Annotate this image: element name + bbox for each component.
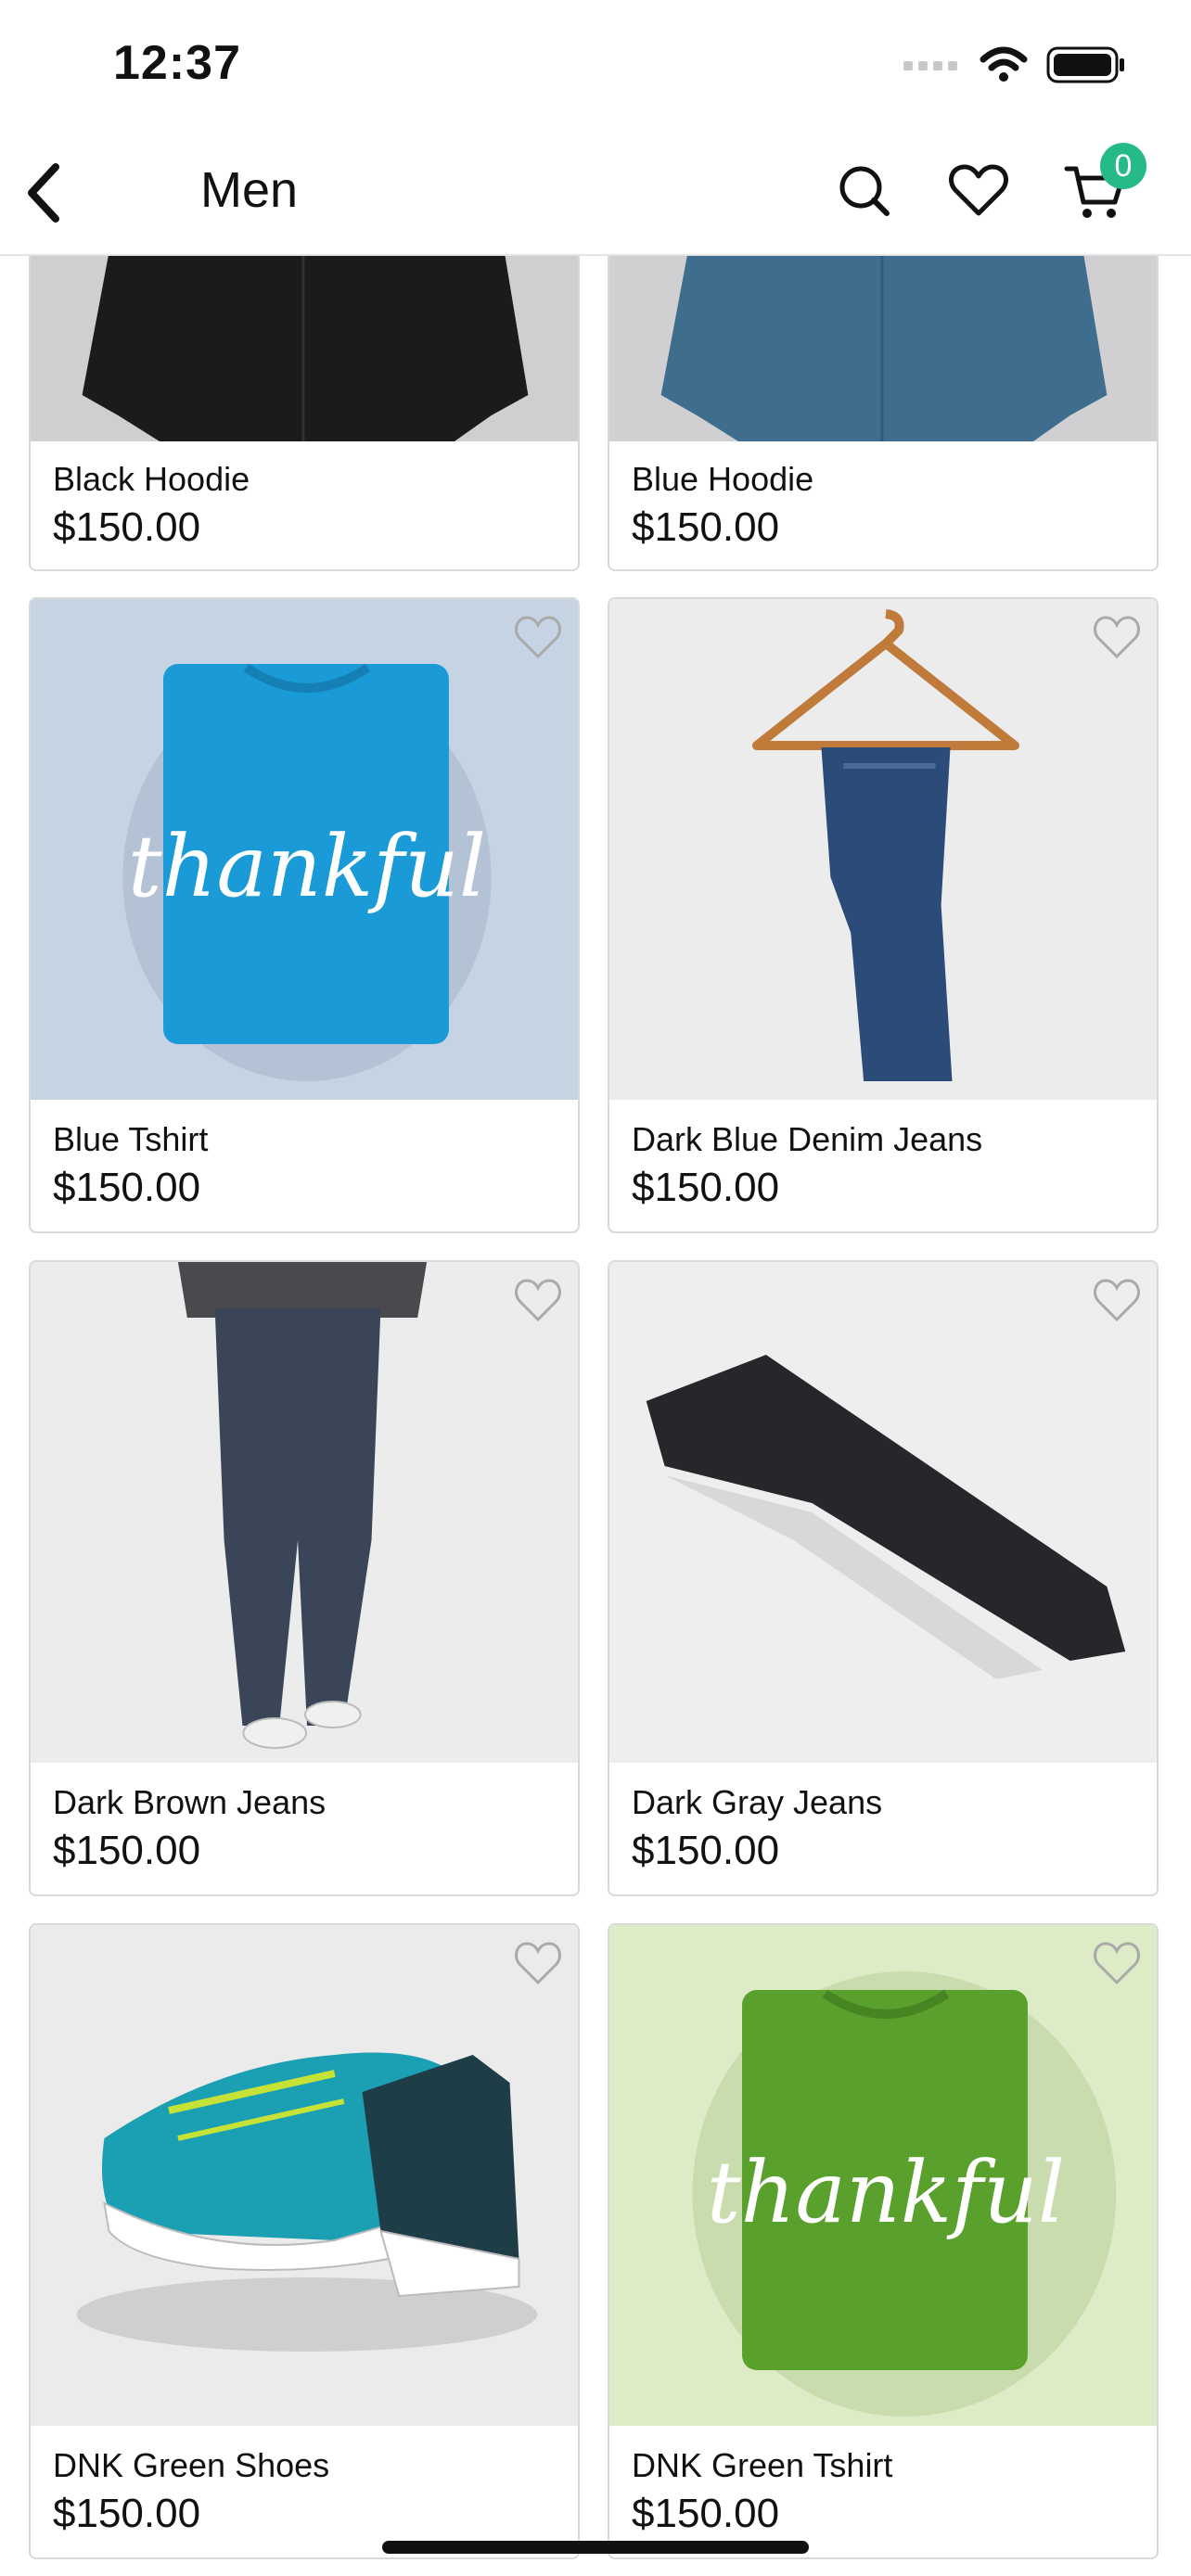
product-price: $150.00 (53, 1165, 201, 1210)
product-image (31, 254, 578, 441)
favorite-heart-icon[interactable] (1090, 612, 1144, 662)
product-image (31, 1262, 578, 1763)
back-chevron-icon[interactable] (19, 156, 83, 230)
product-price: $150.00 (632, 1828, 780, 1873)
product-card[interactable]: DNK Green Shoes $150.00 (29, 1923, 580, 2559)
product-card[interactable]: Dark Blue Denim Jeans $150.00 (608, 597, 1159, 1233)
product-card[interactable]: thankful DNK Green Tshirt $150.00 (608, 1923, 1159, 2559)
product-name: Dark Gray Jeans (632, 1783, 883, 1821)
tshirt-print-text: thankful (707, 2143, 1065, 2242)
product-price: $150.00 (53, 1828, 201, 1873)
product-price: $150.00 (53, 504, 201, 550)
product-image: thankful (609, 1925, 1157, 2426)
product-card[interactable]: Dark Gray Jeans $150.00 (608, 1260, 1159, 1896)
nav-bar: Men 0 (0, 130, 1191, 256)
product-name: DNK Green Tshirt (632, 2446, 893, 2484)
product-name: Dark Blue Denim Jeans (632, 1120, 983, 1158)
product-image (609, 599, 1157, 1100)
battery-icon (1046, 46, 1124, 83)
product-image (31, 1925, 578, 2426)
product-image (609, 1262, 1157, 1763)
status-time: 12:37 (113, 36, 241, 90)
product-name: Blue Hoodie (632, 460, 814, 498)
status-bar: 12:37 (0, 0, 1191, 130)
product-image (609, 254, 1157, 441)
product-card[interactable]: Blue Hoodie $150.00 (608, 254, 1159, 571)
cart-count-badge: 0 (1100, 143, 1146, 189)
status-icons (903, 45, 1126, 85)
product-price: $150.00 (53, 2491, 201, 2536)
product-name: Blue Tshirt (53, 1120, 209, 1158)
favorite-heart-icon[interactable] (511, 1938, 565, 1988)
favorite-heart-icon[interactable] (511, 1275, 565, 1325)
wifi-icon (980, 46, 1028, 82)
favorite-heart-icon[interactable] (511, 612, 565, 662)
product-name: DNK Green Shoes (53, 2446, 330, 2484)
product-card[interactable]: thankful Blue Tshirt $150.00 (29, 597, 580, 1233)
page-title: Men (200, 162, 299, 218)
wishlist-heart-icon[interactable] (944, 156, 1013, 224)
product-price: $150.00 (632, 2491, 780, 2536)
product-name: Black Hoodie (53, 460, 250, 498)
signal-icon (903, 61, 957, 70)
search-icon[interactable] (829, 156, 898, 224)
tshirt-print-text: thankful (128, 817, 486, 916)
product-grid: Black Hoodie $150.00 Blue Hoodie $150.00… (0, 254, 1191, 2576)
product-card[interactable]: Black Hoodie $150.00 (29, 254, 580, 571)
product-image: thankful (31, 599, 578, 1100)
favorite-heart-icon[interactable] (1090, 1938, 1144, 1988)
product-price: $150.00 (632, 1165, 780, 1210)
product-card[interactable]: Dark Brown Jeans $150.00 (29, 1260, 580, 1896)
favorite-heart-icon[interactable] (1090, 1275, 1144, 1325)
home-indicator[interactable] (382, 2541, 809, 2554)
product-price: $150.00 (632, 504, 780, 550)
product-name: Dark Brown Jeans (53, 1783, 327, 1821)
